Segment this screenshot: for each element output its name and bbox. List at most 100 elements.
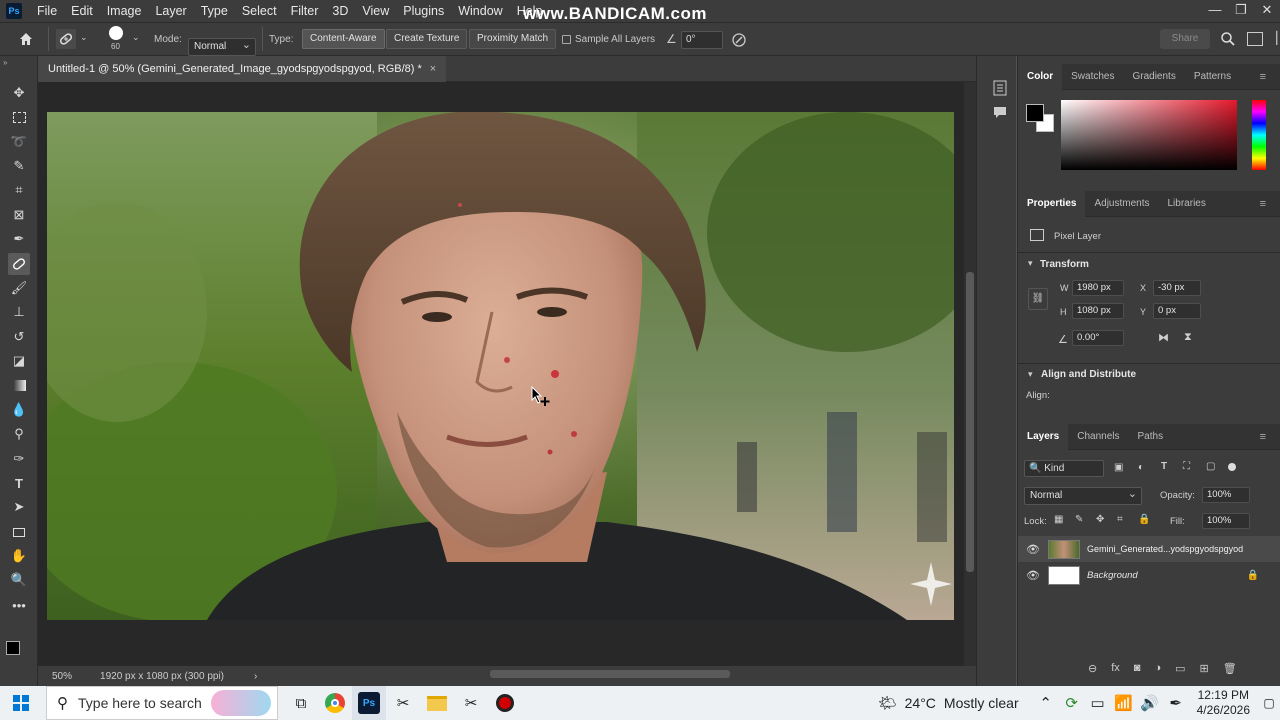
fx-icon[interactable]: fx [1111,662,1120,675]
history-panel-icon[interactable] [993,80,1007,96]
history-brush-tool-icon[interactable]: ↺ [8,326,30,348]
filter-shape-icon[interactable]: ⛶ [1183,461,1190,472]
menu-layer[interactable]: Layer [148,0,193,22]
layer-filter-dropdown[interactable]: 🔍 Kind [1024,460,1104,477]
zoom-level[interactable]: 50% [52,671,72,682]
flip-vertical-icon[interactable]: ⧗ [1184,331,1192,344]
tab-gradients[interactable]: Gradients [1123,64,1184,90]
menu-image[interactable]: Image [100,0,149,22]
minimize-button[interactable]: — [1202,0,1228,22]
tab-paths[interactable]: Paths [1129,424,1173,450]
filter-type-icon[interactable]: T [1161,461,1167,472]
eye-icon[interactable]: 👁 [1026,543,1040,556]
height-field[interactable]: 1080 px [1072,303,1124,319]
document-tab[interactable]: Untitled-1 @ 50% (Gemini_Generated_Image… [38,56,447,82]
hand-tool-icon[interactable]: ✋ [8,545,30,567]
comments-panel-icon[interactable] [993,106,1007,120]
chevron-down-icon[interactable]: ⌄ [80,32,88,43]
content-aware-button[interactable]: Content-Aware [302,29,385,49]
lock-artboard-icon[interactable]: ⌗ [1117,514,1123,525]
photoshop-taskbar-icon[interactable]: Ps [352,686,386,720]
restore-button[interactable]: ❐ [1228,0,1254,22]
x-field[interactable]: -30 px [1153,280,1201,296]
home-icon[interactable] [18,31,34,47]
menu-edit[interactable]: Edit [64,0,100,22]
foreground-color-chip[interactable] [1026,104,1044,122]
tab-channels[interactable]: Channels [1068,424,1128,450]
clock[interactable]: 12:19 PM 4/26/2026 [1197,688,1250,718]
add-mask-icon[interactable]: ◙ [1134,662,1141,675]
menu-type[interactable]: Type [194,0,235,22]
fill-field[interactable]: 100% [1202,513,1250,529]
brush-picker-chevron-icon[interactable]: ⌄ [132,32,140,43]
close-window-button[interactable]: ✕ [1254,0,1280,22]
move-tool-icon[interactable]: ✥ [8,82,30,104]
tab-libraries[interactable]: Libraries [1159,191,1215,217]
wifi-icon[interactable]: 📶 [1111,686,1137,720]
vertical-scrollbar[interactable] [964,82,976,666]
weather-status[interactable]: Mostly clear [944,695,1019,711]
volume-icon[interactable]: 🔊 [1137,686,1163,720]
search-icon[interactable] [1220,31,1236,47]
path-selection-tool-icon[interactable]: ➤ [8,496,30,518]
eyedropper-tool-icon[interactable]: ✒ [8,228,30,250]
share-button[interactable]: Share [1160,29,1210,49]
horizontal-scrollbar[interactable] [300,669,950,679]
adjustment-layer-icon[interactable]: ◑ [1154,662,1161,675]
blur-tool-icon[interactable]: 💧 [8,399,30,421]
layer-name[interactable]: Gemini_Generated...yodspgyodspgyod [1087,544,1243,554]
photoshop-logo[interactable]: Ps [6,3,22,19]
foreground-color-swatch[interactable] [6,641,20,655]
y-field[interactable]: 0 px [1153,303,1201,319]
battery-icon[interactable]: ▭ [1085,686,1111,720]
chevron-up-icon[interactable]: ⌃ [1033,686,1059,720]
bandicam-icon[interactable] [488,686,522,720]
chevron-down-icon[interactable]: ▾ [1028,258,1033,269]
tab-layers[interactable]: Layers [1018,423,1069,450]
align-section-title[interactable]: Align and Distribute [1041,369,1136,380]
filter-toggle-icon[interactable] [1228,463,1236,471]
tab-adjustments[interactable]: Adjustments [1085,191,1158,217]
width-field[interactable]: 1980 px [1072,280,1124,296]
weather-icon[interactable]: 🌤 [871,686,905,720]
edit-toolbar-icon[interactable]: ••• [8,594,30,616]
proximity-match-button[interactable]: Proximity Match [469,29,557,49]
hue-slider[interactable] [1252,100,1266,170]
scroll-thumb[interactable] [966,272,974,572]
brush-tool-icon[interactable]: 🖌 [8,277,30,299]
tab-patterns[interactable]: Patterns [1185,64,1240,90]
tab-swatches[interactable]: Swatches [1062,64,1123,90]
gradient-tool-icon[interactable] [8,374,30,396]
filter-smart-object-icon[interactable]: ▢ [1206,461,1215,472]
collapse-icon[interactable]: » [3,58,7,67]
sample-all-layers-checkbox[interactable] [562,35,571,44]
capcut-icon-2[interactable]: ✂ [454,686,488,720]
menu-plugins[interactable]: Plugins [396,0,451,22]
lock-image-icon[interactable]: ✎ [1075,514,1083,525]
eraser-tool-icon[interactable]: ◪ [8,350,30,372]
lasso-tool-icon[interactable]: ➰ [8,131,30,153]
taskbar-search[interactable]: ⚲ Type here to search [46,686,278,720]
eye-icon[interactable]: 👁 [1026,569,1040,582]
close-tab-icon[interactable]: × [430,56,436,82]
document-image[interactable] [47,112,954,620]
chrome-icon[interactable] [318,686,352,720]
workspace-icon[interactable] [1247,32,1263,46]
panel-menu-icon[interactable]: ≡ [1251,191,1275,217]
frame-tool-icon[interactable]: ⊠ [8,204,30,226]
lock-all-icon[interactable]: 🔒 [1138,514,1150,525]
mode-dropdown[interactable]: Normal [188,37,256,56]
filter-adjustment-icon[interactable]: ◐ [1138,462,1144,473]
clone-stamp-tool-icon[interactable]: ⊥ [8,301,30,323]
chevron-down-icon[interactable]: ▾ [1028,369,1033,380]
menu-select[interactable]: Select [235,0,284,22]
zoom-tool-icon[interactable]: 🔍 [8,569,30,591]
capcut-icon[interactable]: ✂ [386,686,420,720]
pen-tool-icon[interactable]: ✑ [8,448,30,470]
tab-color[interactable]: Color [1018,63,1063,90]
menu-view[interactable]: View [355,0,396,22]
marquee-tool-icon[interactable] [8,106,30,128]
flip-horizontal-icon[interactable]: ⧓ [1158,331,1169,344]
link-layers-icon[interactable]: ⊖ [1088,662,1097,675]
panel-menu-icon[interactable]: ≡ [1251,64,1275,90]
